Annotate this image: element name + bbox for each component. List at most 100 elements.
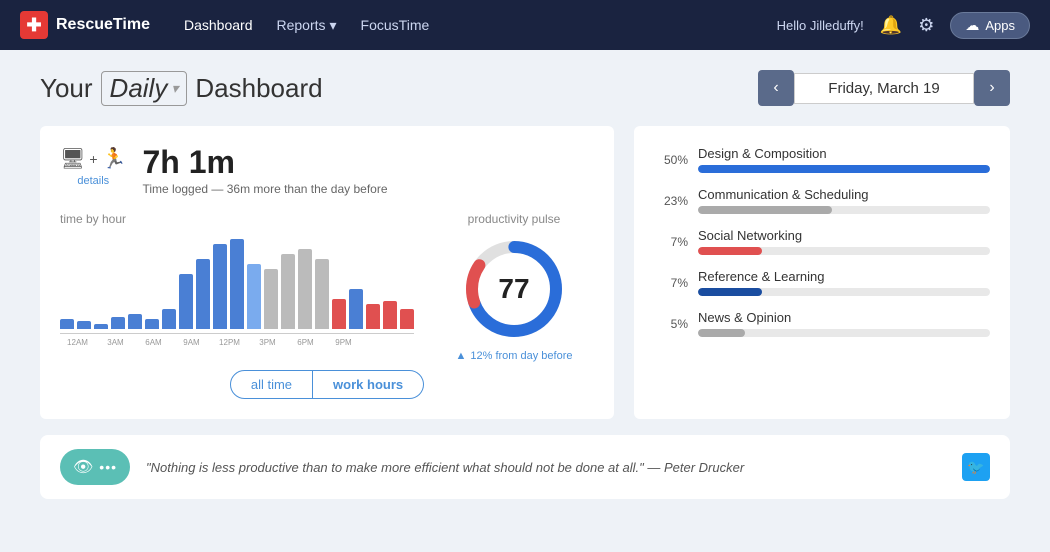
xlabel-12am: 12AM xyxy=(60,338,95,347)
cat-info-2: Social Networking xyxy=(698,228,990,255)
bar-3am xyxy=(111,317,125,329)
your-label: Your xyxy=(40,73,93,104)
bar-2pm xyxy=(298,249,312,329)
cat-name-3: Reference & Learning xyxy=(698,269,990,284)
pulse-label: productivity pulse xyxy=(434,212,594,226)
eye-icon: 👁 xyxy=(73,457,93,477)
run-icon: 🏃 xyxy=(102,146,127,171)
bar-11am xyxy=(247,264,261,329)
bar-3pm xyxy=(315,259,329,329)
quote-bar: 👁 ••• "Nothing is less productive than t… xyxy=(40,435,1010,499)
bar-x-labels: 12AM 3AM 6AM 9AM 12PM 3PM 6PM 9PM xyxy=(60,338,414,347)
twitter-button[interactable]: 🐦 xyxy=(962,453,990,481)
time-by-hour-chart: time by hour xyxy=(60,212,414,347)
cat-pct-1: 23% xyxy=(654,194,688,208)
bar-6pm xyxy=(366,304,380,329)
pulse-arrow-icon: ▲ xyxy=(455,350,466,362)
cat-bar-fill-3 xyxy=(698,288,762,296)
xlabel-6am: 6AM xyxy=(136,338,171,347)
bar-2am xyxy=(94,324,108,329)
cat-pct-3: 7% xyxy=(654,276,688,290)
bar-7am xyxy=(179,274,193,329)
all-time-tab[interactable]: all time xyxy=(230,370,313,399)
dashboard-grid: 🖥 + 🏃 details 7h 1m Time logged — 36m mo… xyxy=(40,126,1010,419)
xlabel-9am: 9AM xyxy=(174,338,209,347)
cat-bar-fill-1 xyxy=(698,206,832,214)
pulse-score: 77 xyxy=(498,273,529,305)
logo-icon: ✚ xyxy=(20,11,48,39)
cat-name-1: Communication & Scheduling xyxy=(698,187,990,202)
productivity-pulse: productivity pulse 77 ▲ xyxy=(434,212,594,362)
quote-text: "Nothing is less productive than to make… xyxy=(146,460,946,475)
date-display: Friday, March 19 xyxy=(794,73,974,104)
tools-icon[interactable]: ⚙ xyxy=(918,15,934,36)
details-link[interactable]: details xyxy=(77,175,109,187)
right-panel: 50% Design & Composition 23% Communicati… xyxy=(634,126,1010,419)
date-prev-button[interactable]: ‹ xyxy=(758,70,794,106)
time-sub: Time logged — 36m more than the day befo… xyxy=(142,182,387,196)
category-row-2: 7% Social Networking xyxy=(654,228,990,255)
donut-chart: 77 xyxy=(459,234,569,344)
cat-bar-fill-4 xyxy=(698,329,745,337)
cat-bar-bg-2 xyxy=(698,247,990,255)
cat-info-1: Communication & Scheduling xyxy=(698,187,990,214)
bar-4pm xyxy=(332,299,346,329)
xlabel-12pm: 12PM xyxy=(212,338,247,347)
nav-dashboard[interactable]: Dashboard xyxy=(184,17,253,33)
bell-icon[interactable]: 🔔 xyxy=(880,15,902,36)
cat-info-3: Reference & Learning xyxy=(698,269,990,296)
date-next-button[interactable]: › xyxy=(974,70,1010,106)
eye-button[interactable]: 👁 ••• xyxy=(60,449,130,485)
charts-row: time by hour xyxy=(60,212,594,362)
header-row: Your Daily ▾ Dashboard ‹ Friday, March 1… xyxy=(40,70,1010,106)
category-row-3: 7% Reference & Learning xyxy=(654,269,990,296)
xlabel-9pm: 9PM xyxy=(326,338,361,347)
nav-right: Hello Jilleduffy! 🔔 ⚙ ☁ Apps xyxy=(777,12,1030,39)
bar-5pm xyxy=(349,289,363,329)
cat-pct-4: 5% xyxy=(654,317,688,331)
cat-name-0: Design & Composition xyxy=(698,146,990,161)
bar-12am xyxy=(60,319,74,329)
time-by-hour-label: time by hour xyxy=(60,212,414,226)
date-navigation: ‹ Friday, March 19 › xyxy=(758,70,1010,106)
main-content: Your Daily ▾ Dashboard ‹ Friday, March 1… xyxy=(0,50,1050,519)
category-row-4: 5% News & Opinion xyxy=(654,310,990,337)
navbar: ✚ RescueTime Dashboard Reports ▾ FocusTi… xyxy=(0,0,1050,50)
cat-name-4: News & Opinion xyxy=(698,310,990,325)
plus-icon: + xyxy=(89,151,97,167)
work-hours-tab[interactable]: work hours xyxy=(313,370,424,399)
twitter-icon: 🐦 xyxy=(967,459,984,476)
cat-info-0: Design & Composition xyxy=(698,146,990,173)
cat-bar-bg-1 xyxy=(698,206,990,214)
daily-caret-icon: ▾ xyxy=(171,80,178,97)
bar-1pm xyxy=(281,254,295,329)
dots-icon: ••• xyxy=(99,459,117,475)
category-row-0: 50% Design & Composition xyxy=(654,146,990,173)
daily-badge[interactable]: Daily ▾ xyxy=(101,71,188,106)
bar-7pm xyxy=(383,301,397,329)
cat-pct-2: 7% xyxy=(654,235,688,249)
monitor-icon: 🖥 xyxy=(60,146,85,171)
page-heading: Your Daily ▾ Dashboard xyxy=(40,71,758,106)
bar-8pm xyxy=(400,309,414,329)
cat-info-4: News & Opinion xyxy=(698,310,990,337)
bar-chart xyxy=(60,234,414,334)
bar-1am xyxy=(77,321,91,329)
cat-bar-bg-3 xyxy=(698,288,990,296)
bar-12pm xyxy=(264,269,278,329)
nav-reports[interactable]: Reports ▾ xyxy=(276,17,336,34)
cloud-icon: ☁ xyxy=(965,17,979,34)
greeting-text: Hello Jilleduffy! xyxy=(777,18,864,33)
bar-4am xyxy=(128,314,142,329)
nav-focustime[interactable]: FocusTime xyxy=(361,17,430,33)
category-row-1: 23% Communication & Scheduling xyxy=(654,187,990,214)
time-info: 7h 1m Time logged — 36m more than the da… xyxy=(142,146,387,196)
apps-button[interactable]: ☁ Apps xyxy=(950,12,1030,39)
pulse-change: ▲ 12% from day before xyxy=(434,350,594,362)
xlabel-3am: 3AM xyxy=(98,338,133,347)
device-icons: 🖥 + 🏃 details xyxy=(60,146,126,187)
xlabel-6pm: 6PM xyxy=(288,338,323,347)
time-logged-row: 🖥 + 🏃 details 7h 1m Time logged — 36m mo… xyxy=(60,146,594,196)
cat-pct-0: 50% xyxy=(654,153,688,167)
bar-6am xyxy=(162,309,176,329)
